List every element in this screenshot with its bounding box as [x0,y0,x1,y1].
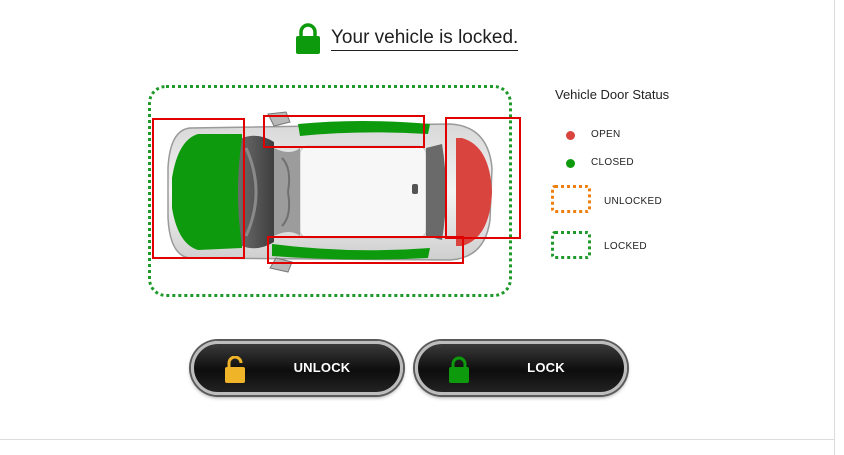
open-status-dot [566,131,575,140]
page-divider-vertical [834,0,835,455]
locked-padlock-icon [449,356,469,383]
legend-closed-label: CLOSED [591,157,634,168]
lock-status-header: Your vehicle is locked. [295,22,519,56]
lock-button-label: LOCK [527,360,565,375]
legend-open-label: OPEN [591,129,621,140]
roof [299,145,427,239]
right-door-highlight-box [267,236,464,264]
unlock-button-label: UNLOCK [293,360,351,375]
left-door-highlight-box [263,115,425,148]
hood-highlight-box [152,118,245,259]
locked-swatch [551,231,591,259]
unlock-button[interactable]: UNLOCK [191,341,403,395]
lock-button[interactable]: LOCK [415,341,627,395]
trunk-highlight-box [445,117,521,239]
unlocked-swatch [551,185,591,213]
legend-title: Vehicle Door Status [555,87,670,102]
legend-unlocked-label: UNLOCKED [604,196,662,207]
lock-status-text: Your vehicle is locked. [331,27,519,51]
unlocked-padlock-icon [225,356,245,383]
rear-window [426,144,446,240]
closed-status-dot [566,159,575,168]
legend-locked-label: LOCKED [604,241,647,252]
locked-padlock-icon [296,23,320,54]
page-divider-horizontal [0,439,834,440]
